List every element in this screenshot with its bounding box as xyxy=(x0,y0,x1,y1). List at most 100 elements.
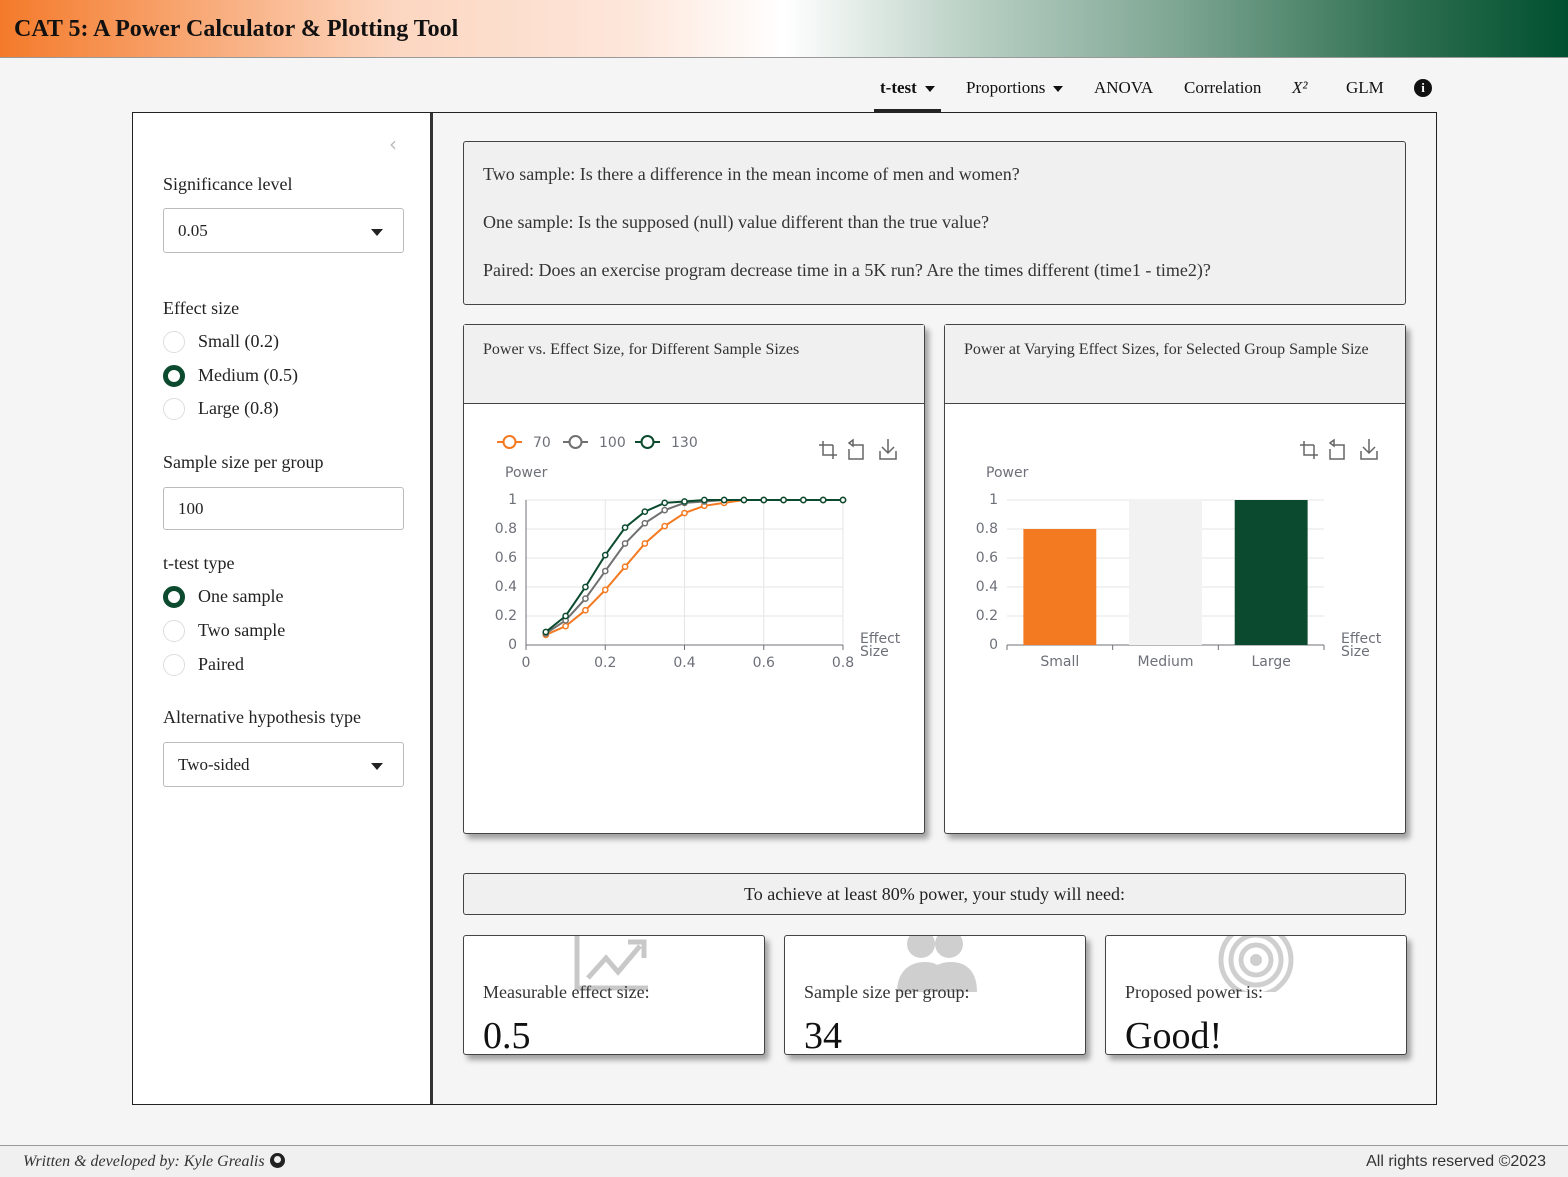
radio-label: Paired xyxy=(198,654,244,674)
radio-label: Two sample xyxy=(198,620,286,640)
data-point-70 xyxy=(621,563,629,571)
data-point-130 xyxy=(839,496,847,504)
data-point-130 xyxy=(760,496,768,504)
y-tick-label: 0.8 xyxy=(976,521,998,537)
alternative-label: Alternative hypothesis type xyxy=(163,707,361,727)
radio-label: Large (0.8) xyxy=(198,398,279,418)
x-tick-label: Large xyxy=(1251,654,1290,670)
bar-medium xyxy=(1129,500,1202,645)
alternative-value: Two-sided xyxy=(178,755,250,774)
restore-icon[interactable] xyxy=(1328,438,1345,460)
legend-label: 100 xyxy=(599,435,626,451)
sample-size-value-label: Sample size per group: xyxy=(804,982,970,1002)
question-one-sample: One sample: Is the supposed (null) value… xyxy=(483,212,990,232)
y-tick-label: 0.2 xyxy=(495,608,517,624)
effect-size-value: 0.5 xyxy=(483,1015,531,1055)
radio-label: Small (0.2) xyxy=(198,331,279,351)
app-title: CAT 5: A Power Calculator & Plotting Too… xyxy=(14,16,459,42)
caret-down-icon xyxy=(371,763,383,770)
question-paired: Paired: Does an exercise program decreas… xyxy=(483,260,1211,280)
y-tick-label: 0 xyxy=(989,637,998,653)
radio-circle-selected xyxy=(163,365,185,387)
tab-t-test[interactable]: t-test xyxy=(880,78,935,98)
y-tick-label: 0.6 xyxy=(495,550,517,566)
tab-proportions[interactable]: Proportions xyxy=(966,78,1064,98)
effect-size-value-label: Measurable effect size: xyxy=(483,982,650,1002)
power-banner: To achieve at least 80% power, your stud… xyxy=(463,873,1406,915)
data-point-130 xyxy=(621,524,629,531)
sample-size-input[interactable] xyxy=(163,487,404,530)
data-point-130 xyxy=(542,628,550,636)
tab-correlation[interactable]: Correlation xyxy=(1184,78,1261,98)
bar-chart-title: Power at Varying Effect Sizes, for Selec… xyxy=(945,325,1405,404)
radio-label: Medium (0.5) xyxy=(198,365,298,385)
zoom-icon[interactable] xyxy=(819,441,837,459)
sample-size-value-box: Sample size per group: 34 xyxy=(784,935,1086,1055)
legend-swatch-marker xyxy=(502,435,517,449)
series-line-100 xyxy=(545,499,843,635)
tab-anova[interactable]: ANOVA xyxy=(1094,78,1153,98)
y-tick-label: 0.2 xyxy=(976,608,998,624)
sample-size-value: 34 xyxy=(804,1015,842,1055)
tab-t-test-label: t-test xyxy=(880,78,917,97)
series-line-70 xyxy=(545,499,843,636)
significance-value: 0.05 xyxy=(178,221,208,240)
footer-credit-text: Written & developed by: Kyle Grealis xyxy=(23,1153,265,1170)
data-point-70 xyxy=(601,586,609,594)
radio-circle-selected xyxy=(163,586,185,608)
legend-label: 70 xyxy=(533,435,551,451)
x-tick-label: 0.4 xyxy=(673,655,695,671)
legend-swatch-marker xyxy=(640,435,655,449)
radio-circle xyxy=(163,654,185,676)
x-tick-label: 0.2 xyxy=(594,655,616,671)
x-axis-label: Size xyxy=(860,644,889,660)
series-line-130 xyxy=(545,499,843,633)
restore-icon[interactable] xyxy=(847,438,864,460)
data-point-130 xyxy=(641,508,649,515)
line-chart-card: Power vs. Effect Size, for Different Sam… xyxy=(463,324,925,834)
x-tick-label: Small xyxy=(1040,654,1079,670)
caret-down-icon xyxy=(371,229,383,236)
github-icon[interactable] xyxy=(269,1153,285,1168)
data-point-70 xyxy=(562,622,569,630)
tab-chi-square[interactable]: X² xyxy=(1292,78,1307,98)
caret-down-icon xyxy=(924,86,935,93)
y-tick-label: 1 xyxy=(508,492,517,508)
legend-label: 130 xyxy=(671,435,698,451)
y-tick-label: 0 xyxy=(508,637,517,653)
y-tick-label: 0.6 xyxy=(976,550,998,566)
data-point-100 xyxy=(661,506,669,514)
top-nav: t-test Proportions ANOVA Correlation X² … xyxy=(0,74,1568,114)
data-point-100 xyxy=(601,567,609,575)
download-icon[interactable] xyxy=(879,439,897,460)
alternative-select[interactable]: Two-sided xyxy=(163,742,404,787)
radio-circle xyxy=(163,620,185,642)
x-tick-label: 0.6 xyxy=(753,655,775,671)
data-point-100 xyxy=(582,595,589,602)
download-icon[interactable] xyxy=(1360,439,1378,460)
legend-swatch-marker xyxy=(568,435,583,449)
y-axis-label: Power xyxy=(505,465,548,481)
data-point-130 xyxy=(720,496,728,504)
line-chart: 00.20.40.60.81PowerEffectSize0 0.2 0.4 0.6 0… xyxy=(495,435,901,671)
sample-size-label: Sample size per group xyxy=(163,452,324,472)
data-point-100 xyxy=(641,519,649,527)
tab-glm[interactable]: GLM xyxy=(1346,78,1384,98)
line-chart-title: Power vs. Effect Size, for Different Sam… xyxy=(464,325,924,404)
data-point-70 xyxy=(582,606,589,614)
radio-circle xyxy=(163,398,185,420)
chevron-left-icon[interactable]: ‹ xyxy=(389,132,397,156)
y-tick-label: 0.4 xyxy=(495,579,517,595)
data-point-70 xyxy=(641,540,649,547)
x-tick-label: 0 xyxy=(522,655,531,671)
y-axis-label: Power xyxy=(986,465,1029,481)
info-circle-icon[interactable]: i xyxy=(1414,79,1432,97)
data-point-130 xyxy=(800,496,807,504)
power-value: Good! xyxy=(1125,1015,1223,1055)
x-tick-label: 0.8 xyxy=(832,655,854,671)
significance-label: Significance level xyxy=(163,174,293,194)
data-point-100 xyxy=(621,540,629,547)
significance-select[interactable]: 0.05 xyxy=(163,208,404,253)
zoom-icon[interactable] xyxy=(1300,441,1318,459)
data-point-70 xyxy=(661,522,669,530)
